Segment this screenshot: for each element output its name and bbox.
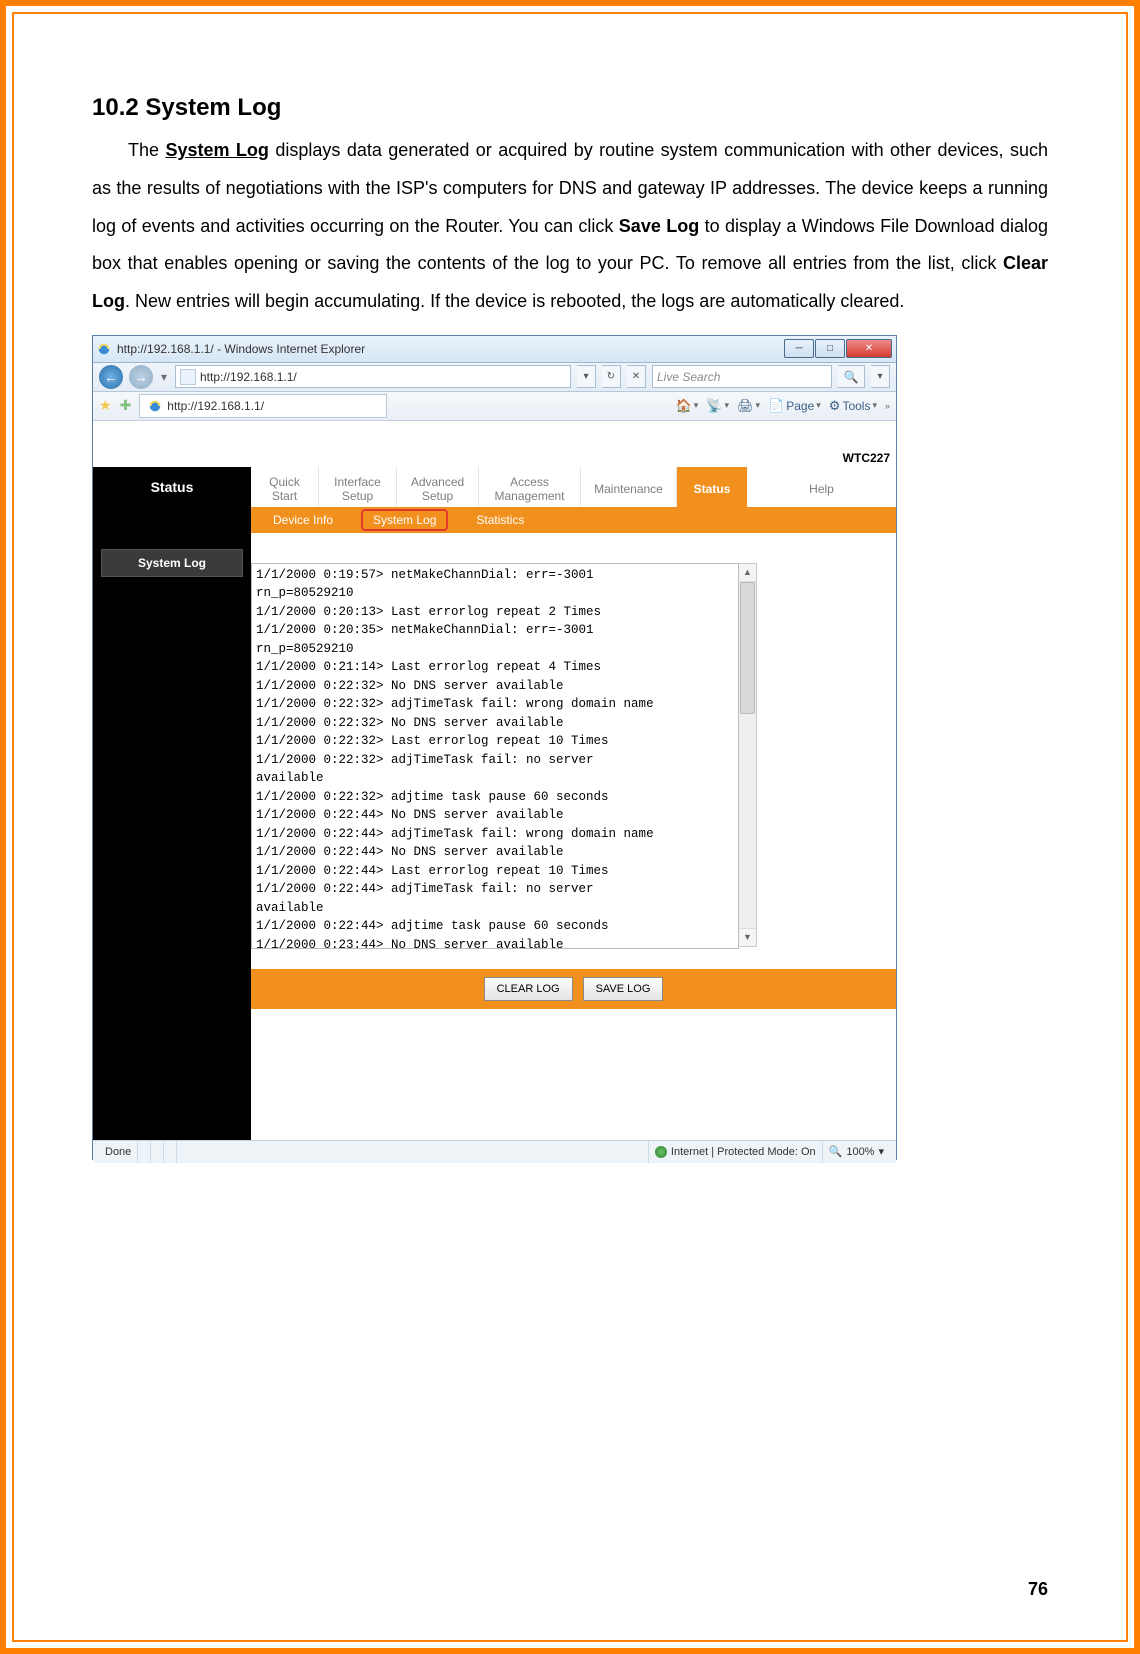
refresh-button[interactable]: ↻ [602,365,621,388]
window-title: http://192.168.1.1/ - Windows Internet E… [117,342,365,356]
search-button[interactable]: 🔍 [838,365,865,388]
para-text: . New entries will begin accumulating. I… [125,291,904,311]
page-icon [180,369,196,385]
system-log-term: System Log [165,140,268,160]
tab-advanced-setup[interactable]: Advanced Setup [397,467,479,507]
gear-icon: ⚙ [829,398,841,414]
sub-nav: Device Info System Log Statistics [93,507,896,533]
section-heading: 10.2 System Log [92,94,1048,122]
home-button[interactable]: 🏠▾ [676,398,699,414]
main-nav: Status Quick Start Interface Setup Advan… [93,467,896,507]
zone-text: Internet | Protected Mode: On [671,1146,816,1158]
url-text: http://192.168.1.1/ [200,370,297,384]
window-maximize-button[interactable]: □ [815,339,845,358]
stop-button[interactable]: ✕ [627,365,646,388]
back-button[interactable]: ← [99,365,123,389]
nav-history-dropdown[interactable]: ▾ [159,370,169,384]
tools-menu-label: Tools [842,399,870,413]
home-icon: 🏠 [676,398,692,414]
address-field[interactable]: http://192.168.1.1/ [175,365,571,388]
section-label: System Log [101,549,243,577]
window-minimize-button[interactable]: ─ [784,339,814,358]
scroll-thumb[interactable] [740,582,755,714]
scroll-track[interactable] [739,582,756,928]
browser-status-bar: Done Internet | Protected Mode: On 🔍100%… [93,1140,896,1163]
page-menu-label: Page [786,399,814,413]
page-menu[interactable]: 📄Page▾ [768,398,821,414]
subtab-device-info[interactable]: Device Info [263,511,343,529]
zoom-control[interactable]: 🔍100% ▾ [822,1141,890,1163]
window-titlebar: http://192.168.1.1/ - Windows Internet E… [93,336,896,363]
log-textarea[interactable]: 1/1/2000 0:19:57> netMakeChannDial: err=… [251,563,739,949]
favorites-bar: ★ ✚ http://192.168.1.1/ 🏠▾ 📡▾ 🖨▾ 📄Page▾ … [93,392,896,421]
tab-status[interactable]: Status [677,467,747,507]
page-icon: 📄 [768,398,784,414]
add-favorites-icon[interactable]: ✚ [120,397,132,414]
save-log-button[interactable]: SAVE LOG [583,977,664,1001]
tab-quick-start[interactable]: Quick Start [251,467,319,507]
window-close-button[interactable]: ✕ [846,339,892,358]
para-text: The [128,140,165,160]
browser-tab[interactable]: http://192.168.1.1/ [139,394,387,418]
tools-menu[interactable]: ⚙Tools▾ [829,398,877,414]
page-content: WTC227 Status Quick Start Interface Setu… [93,421,896,1140]
save-log-term: Save Log [619,216,699,236]
chevron-right-icon[interactable]: » [885,401,890,411]
clear-log-button[interactable]: CLEAR LOG [484,977,573,1001]
zoom-text: 100% [846,1146,874,1158]
search-placeholder: Live Search [657,370,720,384]
log-scrollbar[interactable]: ▲ ▼ [739,563,757,947]
page-number: 76 [1028,1579,1048,1600]
command-bar: 🏠▾ 📡▾ 🖨▾ 📄Page▾ ⚙Tools▾ » [676,398,890,414]
search-field[interactable]: Live Search [652,365,832,388]
scroll-up-arrow[interactable]: ▲ [739,564,756,582]
model-label: WTC227 [93,421,896,467]
status-text: Done [99,1141,137,1163]
search-provider-dropdown[interactable]: ▾ [871,365,890,388]
tab-title: http://192.168.1.1/ [167,399,264,413]
security-zone: Internet | Protected Mode: On [648,1141,822,1163]
subtab-system-log[interactable]: System Log [361,509,448,531]
forward-button[interactable]: → [129,365,153,389]
body-paragraph: The System Log displays data generated o… [92,132,1048,321]
tab-access-management[interactable]: Access Management [479,467,581,507]
nav-status-title: Status [93,467,251,507]
chevron-down-icon: ▾ [878,1145,884,1158]
button-bar: CLEAR LOG SAVE LOG [251,969,896,1009]
browser-screenshot: http://192.168.1.1/ - Windows Internet E… [92,335,897,1160]
ie-icon [97,342,111,356]
print-button[interactable]: 🖨▾ [737,398,760,414]
tab-interface-setup[interactable]: Interface Setup [319,467,397,507]
address-bar: ← → ▾ http://192.168.1.1/ ▾ ↻ ✕ Live Sea… [93,363,896,392]
feeds-button[interactable]: 📡▾ [706,398,729,414]
tab-maintenance[interactable]: Maintenance [581,467,677,507]
ie-icon [148,399,162,413]
subtab-statistics[interactable]: Statistics [466,511,534,529]
scroll-down-arrow[interactable]: ▼ [739,928,756,946]
tab-help[interactable]: Help [747,467,896,507]
print-icon: 🖨 [737,398,754,414]
zoom-icon: 🔍 [829,1145,843,1158]
address-dropdown[interactable]: ▾ [577,365,596,388]
rss-icon: 📡 [706,398,722,414]
favorites-icon[interactable]: ★ [99,397,112,414]
globe-icon [655,1146,667,1158]
